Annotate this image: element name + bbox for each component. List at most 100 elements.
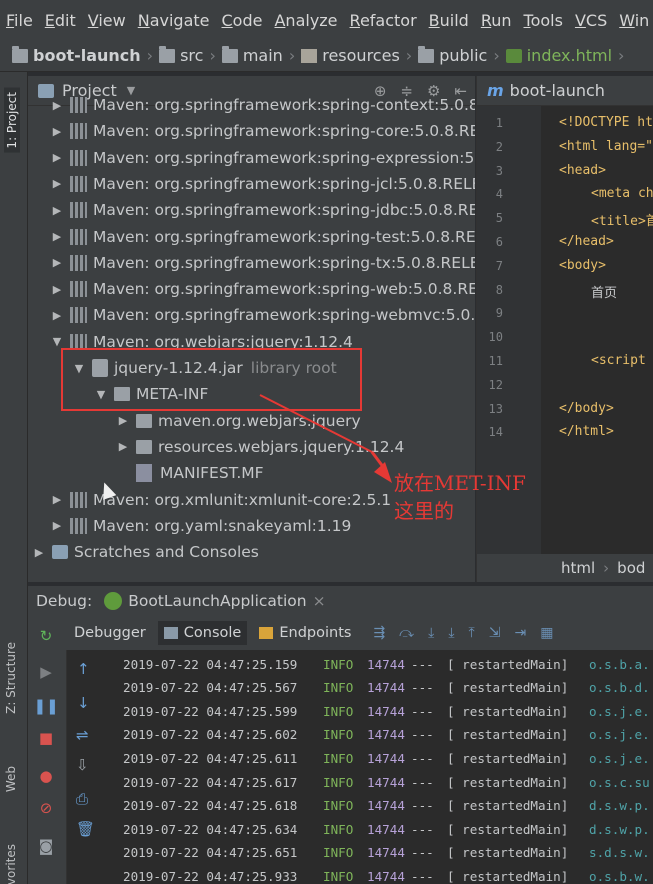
code-line[interactable]: </html>	[559, 424, 614, 439]
log-row: 2019-07-22 04:47:25.634 INFO 14744 --- [ res…	[123, 817, 650, 841]
collapsed-arrow-icon[interactable]: ▶	[50, 125, 64, 138]
menu-tools[interactable]: Tools	[524, 11, 563, 30]
menu-build[interactable]: Build	[429, 11, 469, 30]
collapsed-arrow-icon[interactable]: ▶	[50, 177, 64, 190]
collapsed-arrow-icon[interactable]: ▶	[116, 440, 130, 453]
tree-row[interactable]: ▶ Maven: org.springframework:spring-conte…	[50, 92, 475, 118]
menu-run[interactable]: Run	[481, 11, 512, 30]
tree-row[interactable]: ▶ Maven: org.springframework:spring-core:…	[50, 118, 475, 144]
code-line[interactable]: <meta ch	[591, 186, 653, 201]
arrow-down-icon[interactable]: ↓	[77, 694, 90, 712]
menu-refactor[interactable]: Refactor	[350, 11, 417, 30]
collapsed-arrow-icon[interactable]: ▶	[32, 546, 46, 559]
tree-row[interactable]: ▶ Maven: org.springframework:spring-expre…	[50, 145, 475, 171]
soft-wrap-icon[interactable]: ⇌	[76, 726, 89, 744]
collapsed-arrow-icon[interactable]: ▶	[50, 519, 64, 532]
tree-row[interactable]: ▶ resources.webjars.jquery.1.12.4	[116, 434, 405, 460]
tree-row[interactable]: MANIFEST.MF	[116, 460, 264, 486]
breadcrumb-resources[interactable]: resources	[301, 46, 400, 65]
tree-row[interactable]: ▶ maven.org.webjars.jquery	[116, 408, 361, 434]
step-out-icon[interactable]: ⤒	[469, 625, 475, 641]
code-line[interactable]: <html lang="	[559, 139, 653, 154]
step-over-icon[interactable]: ⤼	[399, 625, 414, 641]
code-line[interactable]: </body>	[559, 401, 614, 416]
evaluate-icon[interactable]: ▦	[540, 625, 553, 641]
pause-icon[interactable]: ❚❚	[33, 696, 58, 716]
tab-console[interactable]: Console	[157, 621, 248, 645]
collapsed-arrow-icon[interactable]: ▶	[50, 99, 64, 112]
run-to-cursor-icon[interactable]: ⇥	[514, 625, 526, 641]
code-line[interactable]: <title>首	[591, 210, 653, 229]
code-line[interactable]: <body>	[559, 258, 606, 273]
code-line[interactable]: <head>	[559, 163, 606, 178]
mute-breakpoints-icon[interactable]: ⊘	[36, 798, 56, 818]
tree-row[interactable]: ▶ Maven: org.springframework:spring-test:…	[50, 224, 475, 250]
tree-row[interactable]: ▶ Maven: org.yaml:snakeyaml:1.19	[50, 513, 352, 539]
tool-tab-structure[interactable]: Z: Structure	[4, 642, 18, 714]
console-output[interactable]: ↑ ↓ ⇌ ⇩ ⎙ 🗑 2019-07-22 04:47:25.159 INFO 1…	[66, 650, 653, 884]
code-line[interactable]: 首页	[591, 282, 617, 301]
log-ts: 2019-07-22 04:47:25.933	[123, 868, 298, 884]
collapsed-arrow-icon[interactable]: ▶	[50, 256, 64, 269]
print-icon[interactable]: ⎙	[76, 790, 88, 808]
breadcrumb-src[interactable]: src	[159, 45, 203, 65]
menu-analyze[interactable]: Analyze	[274, 11, 337, 30]
tree-row[interactable]: ▶ Maven: org.springframework:spring-jcl:5…	[50, 171, 475, 197]
stop-icon[interactable]: ■	[36, 728, 56, 748]
collapsed-arrow-icon[interactable]: ▶	[50, 204, 64, 217]
menu-code[interactable]: Code	[222, 11, 263, 30]
tool-tab-favorites[interactable]: vorites	[4, 844, 18, 884]
tree-row[interactable]: ▶ Maven: org.springframework:spring-web:5…	[50, 276, 475, 302]
scroll-to-end-icon[interactable]: ⇩	[76, 756, 89, 774]
log-level: INFO	[323, 821, 354, 837]
tree-row[interactable]: ▶ Maven: org.springframework:spring-tx:5.…	[50, 250, 475, 276]
collapsed-arrow-icon[interactable]: ▶	[116, 414, 130, 427]
tab-endpoints[interactable]: Endpoints	[259, 625, 351, 641]
arrow-up-icon[interactable]: ↑	[77, 660, 90, 678]
log-cls: d.s.w.p.	[589, 821, 650, 837]
library-icon	[70, 281, 87, 298]
step-into-icon[interactable]: ⤓	[428, 625, 434, 641]
trash-icon[interactable]: 🗑	[76, 820, 95, 838]
menu-view[interactable]: View	[88, 11, 126, 30]
show-execution-point-icon[interactable]: ⇶	[373, 625, 385, 641]
tree-row[interactable]: ▶ Scratches and Consoles	[32, 539, 259, 565]
tree-row[interactable]: ▶ Maven: org.springframework:spring-jdbc:…	[50, 197, 475, 223]
expanded-arrow-icon[interactable]: ▼	[50, 335, 64, 348]
tool-tab-project[interactable]: 1: Project	[4, 88, 20, 153]
tree-row[interactable]: ▶ Maven: org.springframework:spring-webmv…	[50, 302, 475, 328]
menu-vcs[interactable]: VCS	[575, 11, 607, 30]
drop-frame-icon[interactable]: ⇲	[489, 625, 501, 641]
collapsed-arrow-icon[interactable]: ▶	[50, 151, 64, 164]
breadcrumb-main[interactable]: main	[221, 45, 283, 65]
code-line[interactable]: <!DOCTYPE ht	[559, 115, 653, 130]
line-number: 2	[495, 139, 503, 154]
editor-crumb-html[interactable]: html	[561, 559, 595, 577]
force-step-into-icon[interactable]: ⤓	[448, 625, 454, 641]
collapsed-arrow-icon[interactable]: ▶	[50, 283, 64, 296]
log-cls: o.s.c.su	[589, 774, 650, 790]
rerun-icon[interactable]: ↻	[36, 626, 56, 646]
close-icon[interactable]: ×	[313, 592, 326, 610]
code-line[interactable]: </head>	[559, 234, 614, 249]
resume-icon[interactable]: ▶	[36, 662, 56, 682]
breadcrumb-public[interactable]: public	[418, 45, 487, 65]
code-line[interactable]: <script	[591, 353, 646, 368]
library-icon	[70, 517, 87, 534]
menu-navigate[interactable]: Navigate	[138, 11, 210, 30]
collapsed-arrow-icon[interactable]: ▶	[50, 493, 64, 506]
editor-tab[interactable]: m boot-launch	[477, 76, 653, 106]
collapsed-arrow-icon[interactable]: ▶	[50, 230, 64, 243]
menu-edit[interactable]: Edit	[45, 11, 76, 30]
menu-win[interactable]: Win	[619, 11, 649, 30]
breadcrumb-project[interactable]: boot-launch	[12, 45, 141, 65]
breadcrumb-file[interactable]: index.html	[505, 46, 612, 65]
tab-debugger[interactable]: Debugger	[74, 625, 146, 641]
view-breakpoints-icon[interactable]: ●	[36, 766, 56, 786]
editor-crumb-body[interactable]: bod	[617, 559, 645, 577]
collapsed-arrow-icon[interactable]: ▶	[50, 309, 64, 322]
camera-icon[interactable]: ◙	[36, 836, 56, 856]
tool-tab-web[interactable]: Web	[4, 766, 18, 792]
debug-session-tab[interactable]: BootLaunchApplication ×	[104, 592, 326, 610]
menu-file[interactable]: File	[6, 11, 33, 30]
